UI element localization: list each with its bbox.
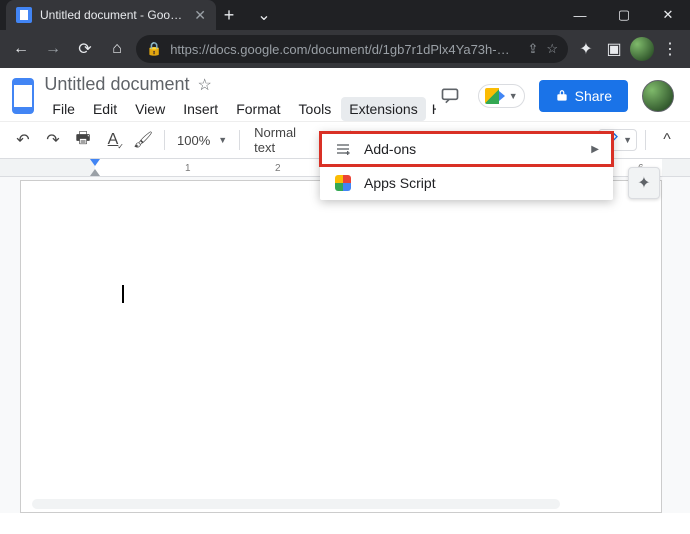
- document-page[interactable]: [20, 180, 662, 513]
- nav-reload-button[interactable]: ⟳: [72, 36, 98, 62]
- minimize-button[interactable]: —: [558, 0, 602, 30]
- menu-item-apps-script[interactable]: Apps Script: [320, 166, 613, 200]
- menu-extensions[interactable]: Extensions: [341, 97, 425, 121]
- menu-help[interactable]: H: [428, 97, 436, 121]
- addons-icon: [334, 140, 352, 158]
- docs-logo[interactable]: [12, 78, 34, 114]
- print-button[interactable]: 🖶: [70, 127, 96, 153]
- horizontal-scrollbar[interactable]: [32, 499, 560, 509]
- docs-favicon: [16, 7, 32, 23]
- toolbar-separator: [645, 130, 646, 150]
- address-bar-row: ← → ⟳ ⌂ 🔒 https://docs.google.com/docume…: [0, 30, 690, 68]
- menu-format[interactable]: Format: [228, 97, 288, 121]
- ruler-number: 1: [185, 163, 191, 174]
- zoom-select[interactable]: 100% ▼: [173, 133, 231, 148]
- nav-forward-button: →: [40, 36, 66, 62]
- submenu-arrow-icon: ▶: [591, 144, 599, 155]
- right-scroll-rail[interactable]: [670, 180, 686, 513]
- ruler-left-margin: [0, 159, 95, 176]
- nav-back-button[interactable]: ←: [8, 36, 34, 62]
- menu-bar: File Edit View Insert Format Tools Exten…: [44, 97, 435, 121]
- url-text: https://docs.google.com/document/d/1gb7r…: [170, 42, 519, 57]
- apps-script-label: Apps Script: [364, 175, 436, 191]
- caret-down-icon: ▼: [218, 135, 227, 145]
- undo-button[interactable]: ↶: [10, 127, 36, 153]
- toolbar-separator: [239, 130, 240, 150]
- share-url-icon[interactable]: ⇪: [527, 41, 538, 57]
- nav-home-button[interactable]: ⌂: [104, 36, 130, 62]
- spellcheck-button[interactable]: A✓: [100, 127, 126, 153]
- collapse-toolbar-button[interactable]: ^: [654, 127, 680, 153]
- profile-avatar[interactable]: [642, 80, 674, 112]
- new-tab-button[interactable]: +: [216, 0, 242, 30]
- menu-insert[interactable]: Insert: [175, 97, 226, 121]
- menu-view[interactable]: View: [127, 97, 173, 121]
- ruler-right-margin: [662, 159, 690, 176]
- document-canvas-area: ✦: [0, 177, 690, 513]
- explore-button[interactable]: ✦: [628, 167, 660, 199]
- share-button[interactable]: Share: [539, 80, 628, 112]
- lock-icon: 🔒: [146, 41, 162, 57]
- window-controls: — ▢ ✕: [558, 0, 690, 30]
- meet-button[interactable]: ▼: [478, 84, 525, 108]
- menu-edit[interactable]: Edit: [85, 97, 125, 121]
- left-indent-marker[interactable]: [90, 169, 100, 176]
- caret-down-icon: ▼: [623, 135, 632, 145]
- menu-tools[interactable]: Tools: [291, 97, 340, 121]
- browser-tab[interactable]: Untitled document - Google Docs ✕: [6, 0, 216, 30]
- bookmark-star-icon[interactable]: ☆: [546, 41, 558, 57]
- tabs-dropdown-icon[interactable]: ⌄: [242, 0, 286, 30]
- share-button-label: Share: [575, 88, 612, 104]
- comment-history-icon[interactable]: [436, 82, 464, 110]
- addons-label: Add-ons: [364, 141, 416, 157]
- tab-title: Untitled document - Google Docs: [40, 8, 186, 22]
- ruler-number: 2: [275, 163, 281, 174]
- star-document-icon[interactable]: ☆: [198, 75, 212, 95]
- docs-header: Untitled document ☆ File Edit View Inser…: [0, 68, 690, 121]
- extensions-puzzle-icon[interactable]: ✦: [574, 37, 598, 61]
- extensions-dropdown: Add-ons ▶ Apps Script: [320, 132, 613, 200]
- style-value: Normal text: [254, 125, 311, 155]
- extension-box-icon[interactable]: ▣: [602, 37, 626, 61]
- menu-item-addons[interactable]: Add-ons ▶: [320, 132, 613, 166]
- paint-format-button[interactable]: 🖌: [130, 127, 156, 153]
- meet-caret-icon: ▼: [509, 91, 518, 101]
- toolbar-separator: [164, 130, 165, 150]
- address-bar[interactable]: 🔒 https://docs.google.com/document/d/1gb…: [136, 35, 568, 63]
- zoom-value: 100%: [177, 133, 210, 148]
- profile-avatar-small[interactable]: [630, 37, 654, 61]
- redo-button[interactable]: ↷: [40, 127, 66, 153]
- apps-script-icon: [334, 174, 352, 192]
- meet-icon: [485, 88, 505, 104]
- maximize-button[interactable]: ▢: [602, 0, 646, 30]
- text-cursor: [122, 285, 124, 303]
- close-tab-icon[interactable]: ✕: [194, 7, 206, 24]
- document-title[interactable]: Untitled document: [44, 74, 189, 95]
- browser-tabstrip: Untitled document - Google Docs ✕ + ⌄ — …: [0, 0, 690, 30]
- browser-menu-icon[interactable]: ⋮: [658, 37, 682, 61]
- menu-file[interactable]: File: [44, 97, 83, 121]
- close-window-button[interactable]: ✕: [646, 0, 690, 30]
- first-line-indent-marker[interactable]: [90, 159, 100, 166]
